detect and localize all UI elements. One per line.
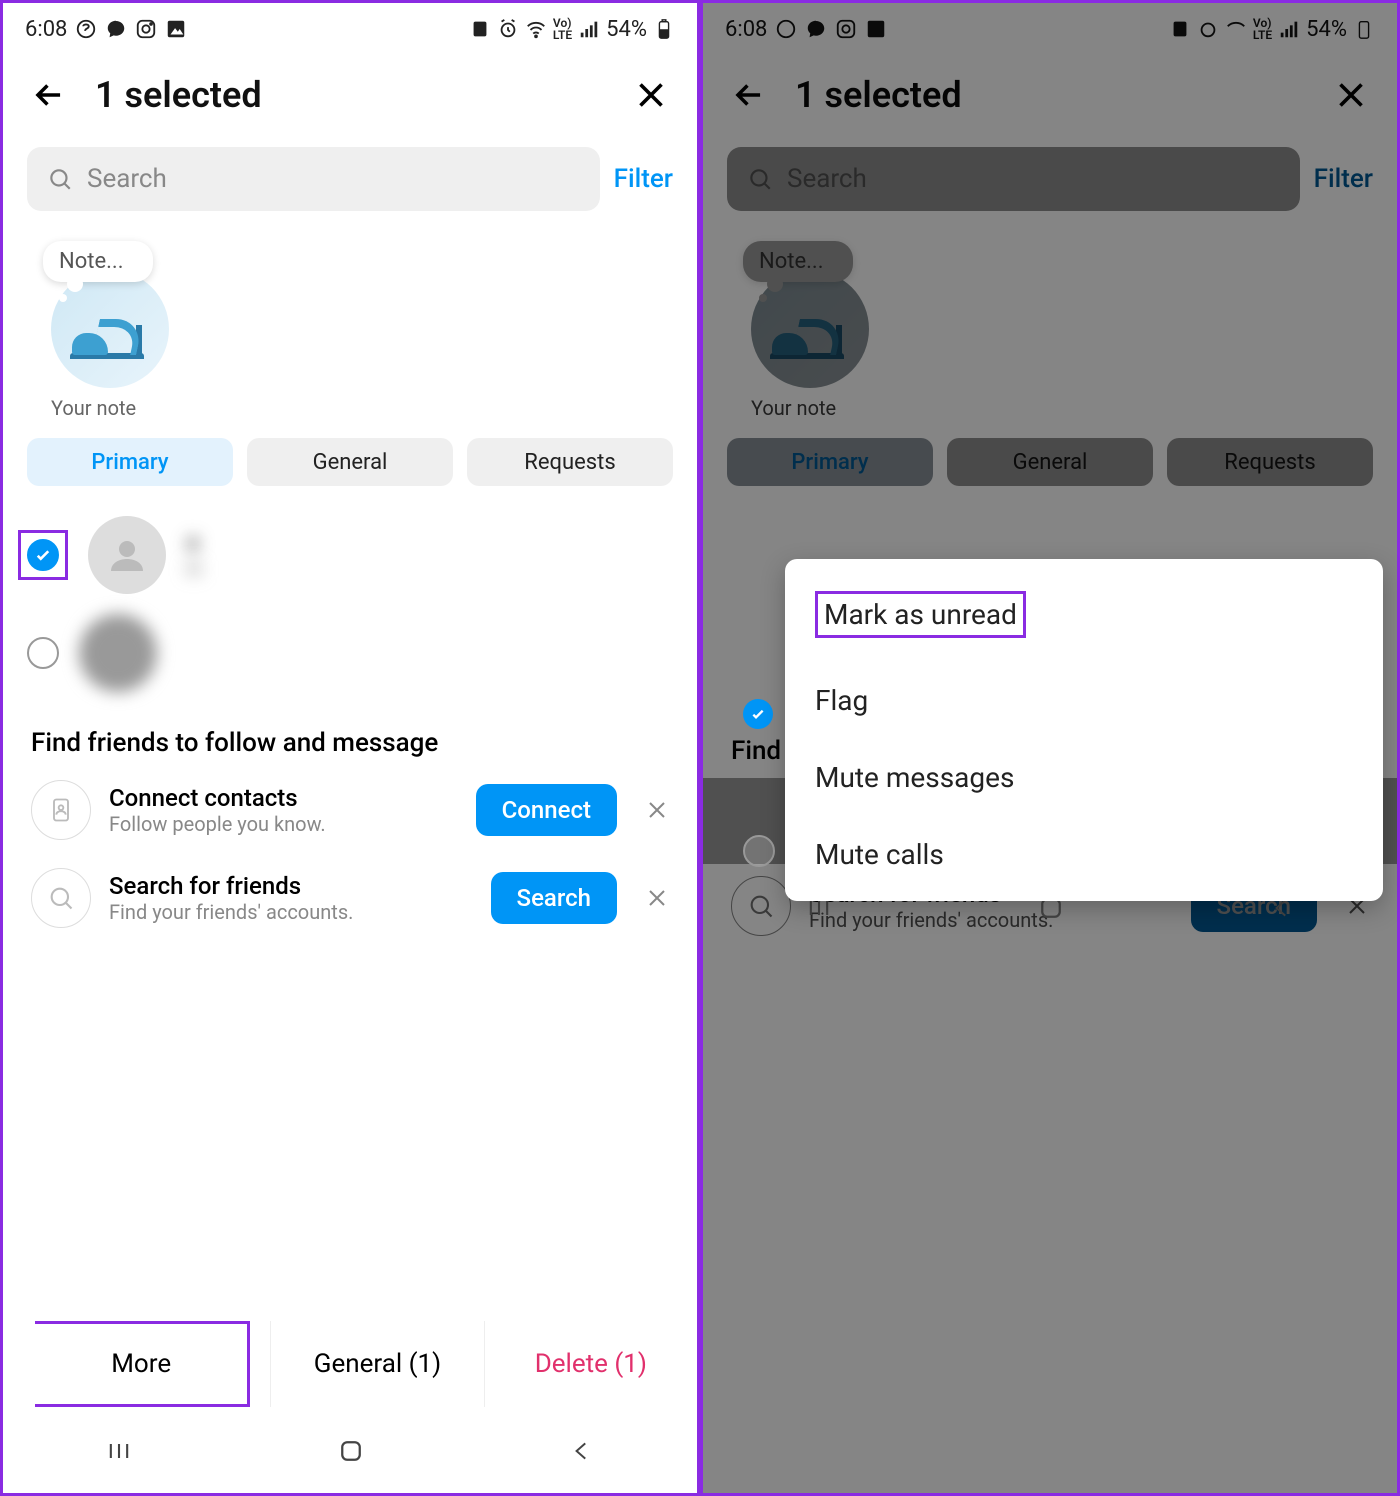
alarm-icon — [497, 18, 519, 40]
note-section: Note... Your note — [3, 223, 697, 426]
chat-row[interactable]: a H — [23, 506, 677, 604]
wifi-icon — [525, 18, 547, 40]
checkbox-highlight — [18, 530, 68, 580]
search-title: Search for friends — [109, 872, 473, 900]
chat-avatar — [79, 614, 157, 692]
chat-preview: H — [186, 558, 202, 583]
dismiss-icon[interactable] — [645, 798, 669, 822]
chat-name: a — [186, 528, 202, 556]
search-friends-row: Search for friends Find your friends' ac… — [3, 854, 697, 942]
battery-pct: 54% — [606, 17, 647, 42]
connect-button[interactable]: Connect — [476, 784, 617, 836]
recents-icon[interactable] — [105, 1437, 133, 1465]
general-button[interactable]: General (1) — [270, 1321, 483, 1407]
connect-contacts-row: Connect contacts Follow people you know.… — [3, 766, 697, 854]
signal-icon — [578, 18, 600, 40]
menu-mute-calls[interactable]: Mute calls — [811, 816, 1357, 893]
back-nav-icon[interactable] — [569, 1438, 595, 1464]
chat-icon — [105, 18, 127, 40]
more-button[interactable]: More — [35, 1321, 250, 1407]
menu-flag[interactable]: Flag — [811, 662, 1357, 739]
note-bubble[interactable]: Note... — [43, 241, 153, 282]
dm-tabs: Primary General Requests — [3, 426, 697, 498]
friends-heading: Find friends to follow and message — [3, 710, 697, 766]
chat-checkbox[interactable] — [27, 539, 59, 571]
android-navbar — [3, 1409, 697, 1493]
status-time: 6:08 — [25, 17, 67, 42]
search-friends-icon — [31, 868, 91, 928]
chat-row[interactable] — [23, 604, 677, 702]
statusbar: 6:08 Vo)LTE 54% — [3, 3, 697, 55]
tab-general[interactable]: General — [247, 438, 453, 486]
tab-requests[interactable]: Requests — [467, 438, 673, 486]
search-placeholder: Search — [87, 164, 167, 194]
search-sub: Find your friends' accounts. — [109, 900, 473, 924]
connect-sub: Follow people you know. — [109, 812, 458, 836]
whatsapp-icon — [75, 18, 97, 40]
delete-button[interactable]: Delete (1) — [484, 1321, 697, 1407]
search-button[interactable]: Search — [491, 872, 617, 924]
close-button[interactable] — [629, 73, 673, 117]
volte-icon: Vo)LTE — [553, 17, 572, 41]
note-caption: Your note — [51, 396, 667, 420]
screenshot-right: 6:08 Vo)LTE 54% 1 selec — [700, 0, 1400, 1496]
header-title: 1 selected — [95, 74, 605, 116]
instagram-icon — [135, 18, 157, 40]
search-input[interactable]: Search — [27, 147, 600, 211]
selection-actions: More General (1) Delete (1) — [3, 1321, 697, 1407]
header: 1 selected — [3, 55, 697, 135]
contacts-icon — [31, 780, 91, 840]
chat-checkbox[interactable] — [27, 637, 59, 669]
tab-primary[interactable]: Primary — [27, 438, 233, 486]
menu-mark-unread[interactable]: Mark as unread — [811, 569, 1357, 660]
back-button[interactable] — [27, 73, 71, 117]
screenshot-left: 6:08 Vo)LTE 54% 1 selected — [0, 0, 700, 1496]
dismiss-icon[interactable] — [645, 886, 669, 910]
battery-icon — [653, 18, 675, 40]
chat-avatar — [88, 516, 166, 594]
connect-title: Connect contacts — [109, 784, 458, 812]
more-menu: Mark as unread Flag Mute messages Mute c… — [785, 559, 1383, 901]
chat-checkbox-checked — [743, 699, 773, 729]
nfc-icon — [469, 18, 491, 40]
filter-link[interactable]: Filter — [614, 164, 673, 194]
home-icon[interactable] — [336, 1436, 366, 1466]
search-icon — [47, 166, 73, 192]
gallery-icon — [165, 18, 187, 40]
menu-mute-messages[interactable]: Mute messages — [811, 739, 1357, 816]
chat-checkbox — [743, 835, 775, 867]
